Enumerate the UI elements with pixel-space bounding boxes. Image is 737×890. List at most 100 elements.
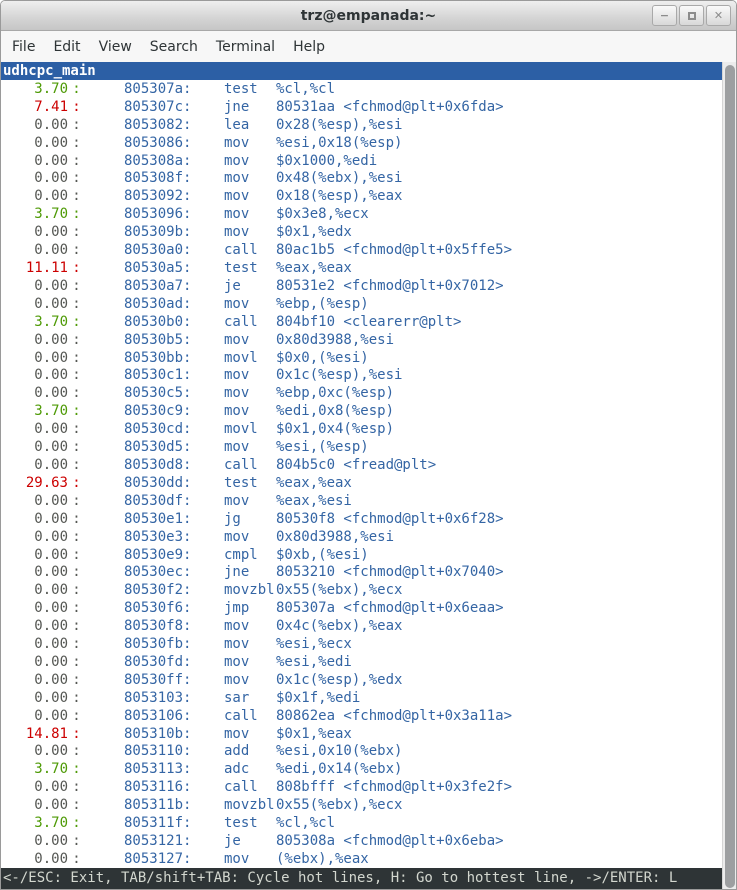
asm-row[interactable]: 3.70:80530c9:mov%edi,0x8(%esp): [1, 402, 722, 420]
menu-bar: File Edit View Search Terminal Help: [1, 31, 736, 62]
close-button[interactable]: ✕: [706, 5, 731, 26]
asm-row[interactable]: 0.00:805308a:mov$0x1000,%edi: [1, 152, 722, 170]
instruction-operands: 80531e2 <fchmod@plt+0x7012>: [276, 278, 504, 294]
percent-separator: :: [68, 421, 85, 437]
instruction-operands: %ebp,(%esp): [276, 296, 369, 312]
asm-row[interactable]: 0.00:80530a0:call80ac1b5 <fchmod@plt+0x5…: [1, 241, 722, 259]
close-icon: ✕: [714, 9, 723, 22]
asm-row[interactable]: 11.11:80530a5:test%eax,%eax: [1, 259, 722, 277]
menu-file[interactable]: File: [3, 33, 44, 61]
sample-percent: 0.00: [1, 564, 68, 580]
instruction-operands: 0x80d3988,%esi: [276, 529, 394, 545]
asm-row[interactable]: 0.00:80530df:mov%eax,%esi: [1, 492, 722, 510]
instruction-operands: 0x1c(%esp),%edx: [276, 672, 402, 688]
asm-row[interactable]: 14.81:805310b:mov$0x1,%eax: [1, 725, 722, 743]
instruction-mnemonic: je: [224, 278, 276, 294]
asm-row[interactable]: 0.00:80530c5:mov%ebp,0xc(%esp): [1, 384, 722, 402]
instruction-operands: 804b5c0 <fread@plt>: [276, 457, 436, 473]
asm-row[interactable]: 0.00:805311b:movzbl0x55(%ebx),%ecx: [1, 796, 722, 814]
asm-row[interactable]: 0.00:80530cd:movl$0x1,0x4(%esp): [1, 420, 722, 438]
percent-separator: :: [68, 332, 85, 348]
asm-row[interactable]: 0.00:80530ad:mov%ebp,(%esp): [1, 295, 722, 313]
instruction-operands: $0x0,(%esi): [276, 350, 369, 366]
asm-row[interactable]: 0.00:8053127:mov(%ebx),%eax: [1, 850, 722, 868]
instruction-mnemonic: call: [224, 457, 276, 473]
percent-separator: :: [68, 779, 85, 795]
asm-row[interactable]: 0.00:80530bb:movl$0x0,(%esi): [1, 349, 722, 367]
instruction-operands: $0x1,%eax: [276, 726, 352, 742]
scrollbar-thumb[interactable]: [725, 65, 735, 888]
minimize-button[interactable]: −: [652, 5, 677, 26]
asm-row[interactable]: 0.00:8053082:lea0x28(%esp),%esi: [1, 116, 722, 134]
sample-percent: 0.00: [1, 600, 68, 616]
asm-row[interactable]: 0.00:8053103:sar$0x1f,%edi: [1, 689, 722, 707]
instruction-mnemonic: mov: [224, 654, 276, 670]
instruction-operands: 0x55(%ebx),%ecx: [276, 582, 402, 598]
asm-row[interactable]: 0.00:80530e1:jg80530f8 <fchmod@plt+0x6f2…: [1, 510, 722, 528]
asm-row[interactable]: 0.00:80530fb:mov%esi,%ecx: [1, 635, 722, 653]
instruction-address: 80530f2:: [85, 582, 224, 598]
instruction-mnemonic: test: [224, 81, 276, 97]
asm-row[interactable]: 0.00:8053121:je805308a <fchmod@plt+0x6eb…: [1, 832, 722, 850]
asm-row[interactable]: 0.00:80530d5:mov%esi,(%esp): [1, 438, 722, 456]
menu-terminal[interactable]: Terminal: [207, 33, 284, 61]
asm-row[interactable]: 3.70:80530b0:call804bf10 <clearerr@plt>: [1, 313, 722, 331]
instruction-address: 80530d8:: [85, 457, 224, 473]
asm-row[interactable]: 3.70:8053113:adc%edi,0x14(%ebx): [1, 760, 722, 778]
instruction-address: 805307a:: [85, 81, 224, 97]
percent-separator: :: [68, 403, 85, 419]
asm-row[interactable]: 0.00:8053092:mov0x18(%esp),%eax: [1, 187, 722, 205]
asm-row[interactable]: 0.00:80530ff:mov0x1c(%esp),%edx: [1, 671, 722, 689]
asm-row[interactable]: 0.00:80530d8:call804b5c0 <fread@plt>: [1, 456, 722, 474]
asm-row[interactable]: 0.00:8053116:call808bfff <fchmod@plt+0x3…: [1, 778, 722, 796]
asm-row[interactable]: 0.00:8053106:call80862ea <fchmod@plt+0x3…: [1, 707, 722, 725]
instruction-mnemonic: mov: [224, 529, 276, 545]
instruction-mnemonic: mov: [224, 385, 276, 401]
percent-separator: :: [68, 672, 85, 688]
instruction-operands: %cl,%cl: [276, 81, 335, 97]
maximize-button[interactable]: [679, 5, 704, 26]
sample-percent: 0.00: [1, 690, 68, 706]
asm-row[interactable]: 0.00:8053086:mov%esi,0x18(%esp): [1, 134, 722, 152]
menu-search[interactable]: Search: [141, 33, 207, 61]
menu-help[interactable]: Help: [284, 33, 334, 61]
asm-row[interactable]: 0.00:8053110:add%esi,0x10(%ebx): [1, 743, 722, 761]
asm-row[interactable]: 29.63:80530dd:test%eax,%eax: [1, 474, 722, 492]
sample-percent: 0.00: [1, 582, 68, 598]
asm-row[interactable]: 0.00:80530e3:mov0x80d3988,%esi: [1, 528, 722, 546]
instruction-address: 80530a0:: [85, 242, 224, 258]
instruction-operands: %edi,0x14(%ebx): [276, 761, 402, 777]
asm-row[interactable]: 3.70:805311f:test%cl,%cl: [1, 814, 722, 832]
asm-row[interactable]: 0.00:80530b5:mov0x80d3988,%esi: [1, 331, 722, 349]
asm-row[interactable]: 0.00:80530f2:movzbl0x55(%ebx),%ecx: [1, 581, 722, 599]
asm-row[interactable]: 0.00:805308f:mov0x48(%ebx),%esi: [1, 170, 722, 188]
asm-row[interactable]: 3.70:805307a:test%cl,%cl: [1, 80, 722, 98]
scrollbar-track[interactable]: [722, 62, 736, 889]
instruction-address: 80530cd:: [85, 421, 224, 437]
asm-row[interactable]: 0.00:80530fd:mov%esi,%edi: [1, 653, 722, 671]
asm-row[interactable]: 0.00:805309b:mov$0x1,%edx: [1, 223, 722, 241]
percent-separator: :: [68, 278, 85, 294]
asm-row[interactable]: 0.00:80530f6:jmp805307a <fchmod@plt+0x6e…: [1, 599, 722, 617]
instruction-operands: 805308a <fchmod@plt+0x6eba>: [276, 833, 504, 849]
percent-separator: :: [68, 260, 85, 276]
asm-row[interactable]: 3.70:8053096:mov$0x3e8,%ecx: [1, 205, 722, 223]
perf-annotate-view[interactable]: udhcpc_main 3.70:805307a:test%cl,%cl7.41…: [1, 62, 722, 889]
status-bar: <-/ESC: Exit, TAB/shift+TAB: Cycle hot l…: [1, 868, 722, 889]
instruction-address: 80530bb:: [85, 350, 224, 366]
sample-percent: 3.70: [1, 81, 68, 97]
asm-row[interactable]: 0.00:80530ec:jne8053210 <fchmod@plt+0x70…: [1, 563, 722, 581]
menu-edit[interactable]: Edit: [44, 33, 89, 61]
sample-percent: 0.00: [1, 224, 68, 240]
percent-separator: :: [68, 153, 85, 169]
asm-row[interactable]: 0.00:80530e9:cmpl$0xb,(%esi): [1, 546, 722, 564]
title-bar[interactable]: trz@empanada:~ − ✕: [1, 1, 736, 31]
asm-row[interactable]: 0.00:80530f8:mov0x4c(%ebx),%eax: [1, 617, 722, 635]
asm-row[interactable]: 0.00:80530a7:je80531e2 <fchmod@plt+0x701…: [1, 277, 722, 295]
asm-row[interactable]: 0.00:80530c1:mov0x1c(%esp),%esi: [1, 367, 722, 385]
sample-percent: 0.00: [1, 851, 68, 867]
asm-row[interactable]: 7.41:805307c:jne80531aa <fchmod@plt+0x6f…: [1, 98, 722, 116]
instruction-mnemonic: mov: [224, 188, 276, 204]
menu-view[interactable]: View: [90, 33, 141, 61]
percent-separator: :: [68, 547, 85, 563]
